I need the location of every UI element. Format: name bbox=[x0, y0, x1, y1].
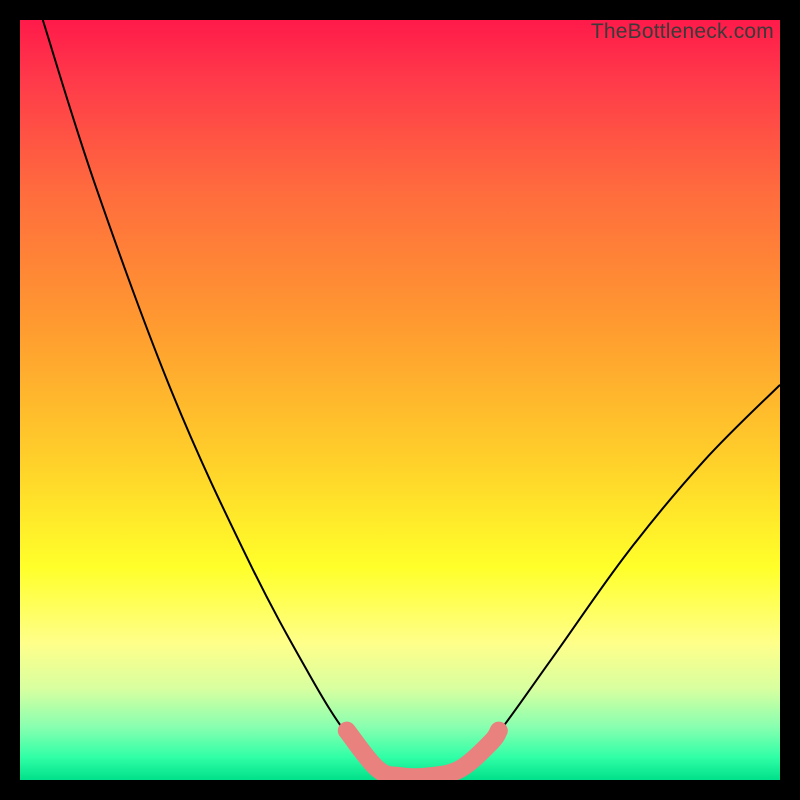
chart-svg bbox=[20, 20, 780, 780]
highlight-segment bbox=[347, 731, 499, 778]
bottleneck-curve bbox=[43, 20, 780, 777]
chart-plot-area: TheBottleneck.com bbox=[20, 20, 780, 780]
